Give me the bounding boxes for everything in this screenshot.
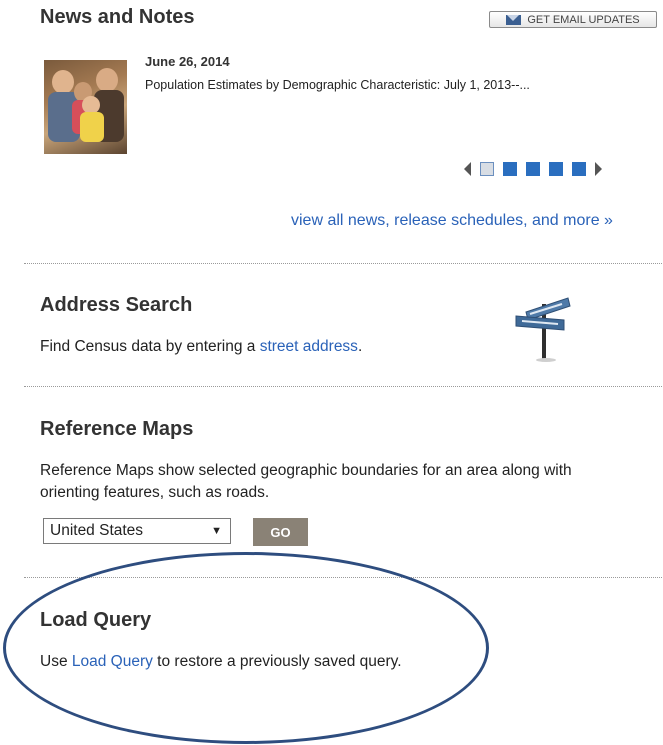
go-button[interactable]: GO bbox=[253, 518, 308, 546]
pager-dot-2[interactable] bbox=[503, 162, 517, 176]
next-arrow-icon[interactable] bbox=[595, 162, 602, 176]
address-search-text-after: . bbox=[357, 338, 363, 355]
highlight-ellipse bbox=[3, 552, 489, 744]
pager-dot-5[interactable] bbox=[572, 162, 586, 176]
divider bbox=[24, 263, 662, 264]
news-description-link[interactable]: Population Estimates by Demographic Char… bbox=[145, 78, 530, 92]
address-search-title: Address Search bbox=[40, 294, 193, 316]
geography-select[interactable]: United States ▼ bbox=[43, 518, 231, 544]
geography-select-value: United States bbox=[50, 522, 144, 539]
news-date: June 26, 2014 bbox=[145, 54, 230, 69]
news-section-title: News and Notes bbox=[40, 6, 195, 28]
envelope-icon bbox=[506, 14, 522, 25]
street-sign-icon bbox=[515, 297, 571, 362]
previous-arrow-icon[interactable] bbox=[464, 162, 471, 176]
get-email-updates-button[interactable]: GET EMAIL UPDATES bbox=[489, 11, 657, 28]
pager-dot-3[interactable] bbox=[526, 162, 540, 176]
address-search-text-before: Find Census data by entering a bbox=[40, 338, 260, 355]
reference-maps-line-2: orienting features, such as roads. bbox=[40, 484, 270, 501]
reference-maps-title: Reference Maps bbox=[40, 418, 194, 440]
email-button-label: GET EMAIL UPDATES bbox=[527, 13, 640, 26]
view-all-news-link[interactable]: view all news, release schedules, and mo… bbox=[291, 212, 613, 230]
news-pager bbox=[464, 161, 602, 177]
street-address-link[interactable]: street address bbox=[260, 338, 358, 355]
address-search-text: Find Census data by entering a street ad… bbox=[40, 336, 362, 358]
reference-maps-line-1: Reference Maps show selected geographic … bbox=[40, 462, 572, 479]
pager-dot-4[interactable] bbox=[549, 162, 563, 176]
divider bbox=[24, 386, 662, 387]
pager-dot-1[interactable] bbox=[480, 162, 494, 176]
news-photo[interactable] bbox=[44, 60, 127, 154]
caret-down-icon: ▼ bbox=[211, 525, 222, 537]
